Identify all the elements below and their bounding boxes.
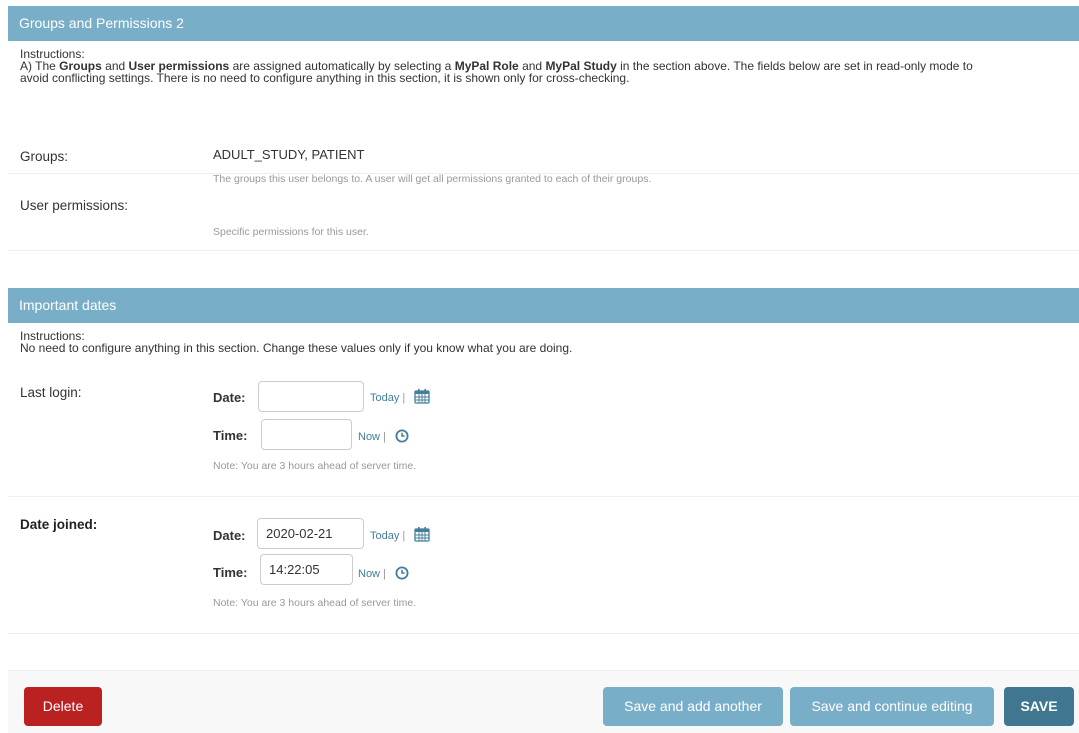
clock-icon[interactable]: [395, 566, 409, 580]
date-joined-date-input[interactable]: [257, 518, 364, 549]
last-login-time-input[interactable]: [261, 419, 352, 450]
groups-help-text: The groups this user belongs to. A user …: [213, 173, 652, 185]
row-divider: [8, 250, 1079, 251]
important-dates-fieldset: Important dates Instructions: No need to…: [8, 288, 1079, 638]
submit-row: Delete Save and add another Save and con…: [8, 670, 1079, 733]
date-joined-now-link[interactable]: Now |: [358, 568, 386, 580]
last-login-timezone-note: Note: You are 3 hours ahead of server ti…: [213, 460, 417, 472]
row-divider: [8, 633, 1079, 634]
save-and-add-another-button[interactable]: Save and add another: [603, 687, 783, 726]
delete-button[interactable]: Delete: [24, 687, 102, 726]
instructions-line-2: avoid conflicting settings. There is no …: [20, 71, 630, 85]
groups-value: ADULT_STUDY, PATIENT: [213, 147, 365, 162]
date-joined-label: Date joined:: [20, 517, 98, 532]
dates-instructions: Instructions: No need to configure anyth…: [20, 330, 572, 354]
last-login-time-label: Time:: [213, 428, 248, 443]
calendar-icon[interactable]: [414, 526, 430, 542]
row-divider: [8, 496, 1079, 497]
last-login-today-link[interactable]: Today |: [370, 392, 405, 404]
save-button[interactable]: SAVE: [1004, 687, 1074, 726]
groups-permissions-fieldset: Groups and Permissions 2 Instructions: A…: [8, 6, 1079, 256]
groups-instructions: Instructions: A) The Groups and User per…: [20, 48, 973, 84]
last-login-label: Last login:: [20, 385, 82, 400]
date-joined-time-label: Time:: [213, 565, 248, 580]
fieldset-header-dates: Important dates: [8, 288, 1079, 323]
instructions-line: No need to configure anything in this se…: [20, 341, 573, 355]
last-login-now-link[interactable]: Now |: [358, 431, 386, 443]
groups-label: Groups:: [20, 149, 69, 164]
date-joined-time-input[interactable]: [260, 554, 353, 585]
calendar-icon[interactable]: [414, 388, 430, 404]
date-joined-date-label: Date:: [213, 528, 246, 543]
fieldset-header-groups: Groups and Permissions 2: [8, 6, 1079, 41]
date-joined-timezone-note: Note: You are 3 hours ahead of server ti…: [213, 597, 417, 609]
clock-icon[interactable]: [395, 429, 409, 443]
save-and-continue-editing-button[interactable]: Save and continue editing: [790, 687, 994, 726]
user-permissions-help-text: Specific permissions for this user.: [213, 226, 369, 238]
user-permissions-label: User permissions:: [20, 198, 129, 213]
last-login-date-label: Date:: [213, 390, 246, 405]
date-joined-today-link[interactable]: Today |: [370, 530, 405, 542]
row-divider: [8, 173, 1079, 174]
last-login-date-input[interactable]: [258, 381, 364, 412]
